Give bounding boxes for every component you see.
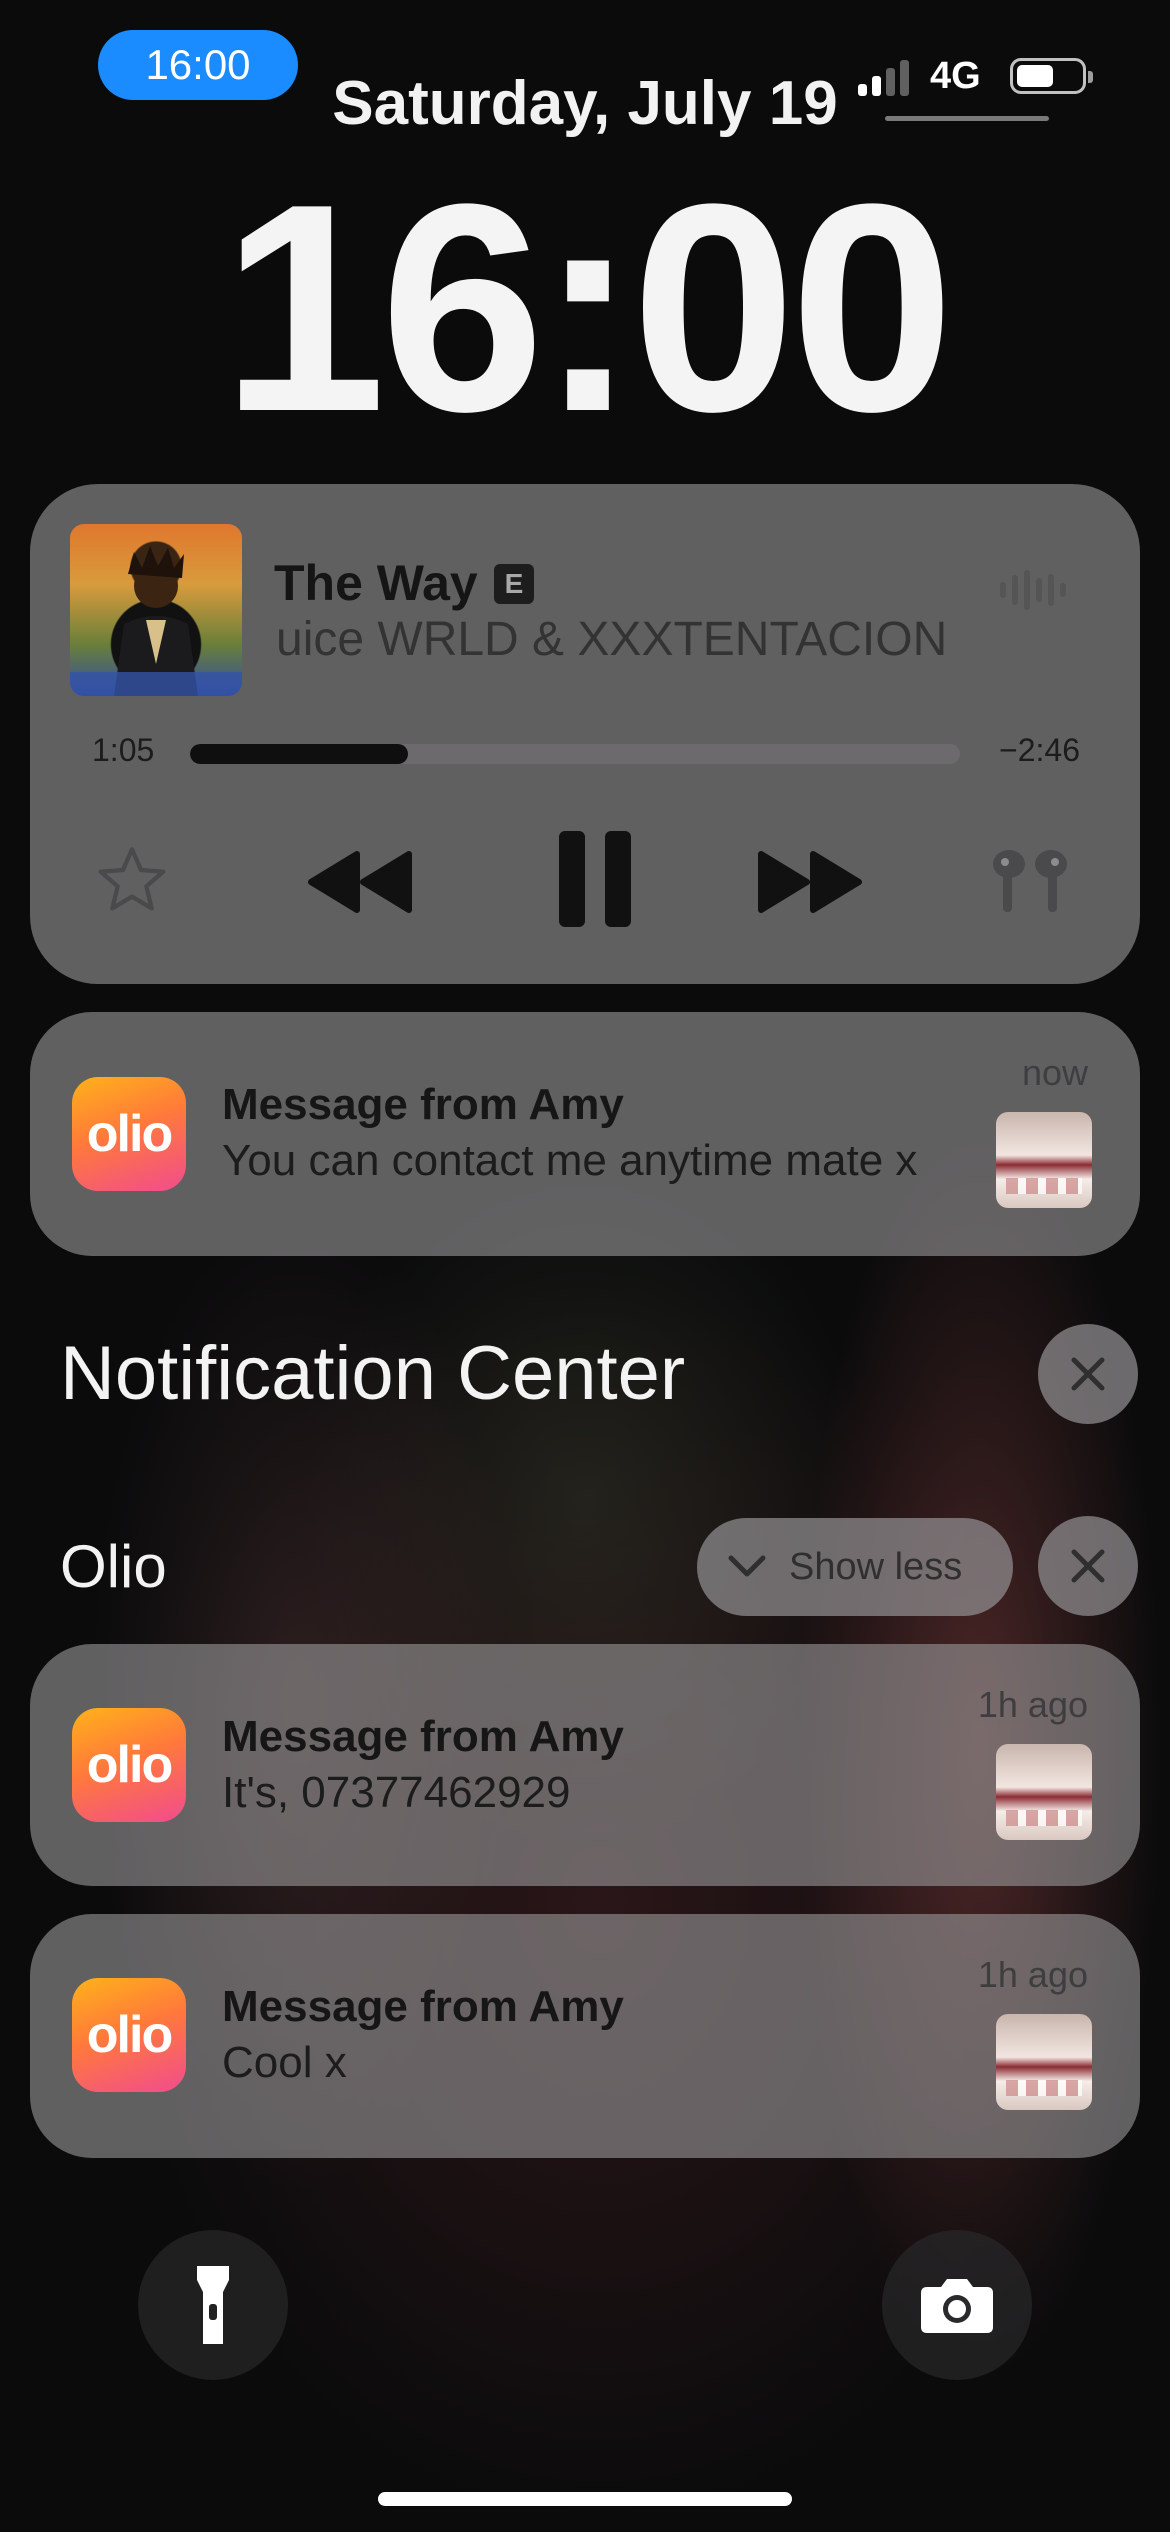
clear-all-button[interactable]	[1038, 1324, 1138, 1424]
pause-button[interactable]	[540, 824, 650, 934]
notification-thumbnail	[996, 1744, 1092, 1840]
flashlight-button[interactable]	[138, 2230, 288, 2380]
battery-icon	[1010, 58, 1093, 94]
notification-title: Message from Amy	[222, 1982, 624, 2031]
track-artist: Juice WRLD & XXXTENTACION	[274, 613, 948, 666]
now-playing-widget[interactable]: The Way E Juice WRLD & XXXTENTACION 1:05…	[30, 484, 1140, 984]
olio-app-icon: olio	[72, 1978, 186, 2092]
notification-group-name: Olio	[60, 1533, 167, 1600]
remaining-time: −2:46	[999, 732, 1080, 768]
battery-nub	[1088, 71, 1093, 83]
network-type: 4G	[930, 55, 981, 97]
cellular-signal-icon	[858, 58, 910, 96]
home-indicator[interactable]	[378, 2492, 792, 2506]
rewind-button[interactable]	[300, 842, 420, 922]
rewind-icon	[308, 851, 412, 913]
notification-body: It's, 07377462929	[222, 1768, 571, 1817]
lock-date: Saturday, July 19	[332, 69, 838, 138]
notification-time: 1h ago	[977, 1954, 1088, 1995]
notification-center-title: Notification Center	[60, 1331, 686, 1416]
olio-app-icon: olio	[72, 1077, 186, 1191]
audio-output-button[interactable]	[980, 836, 1080, 926]
status-indicator-line	[885, 116, 1049, 121]
fast-forward-button[interactable]	[750, 842, 870, 922]
notification-card[interactable]: olio Message from Amy You can contact me…	[30, 1012, 1140, 1256]
battery-fill	[1017, 65, 1053, 87]
star-icon	[98, 847, 166, 911]
album-art[interactable]	[70, 524, 242, 696]
playback-progress-fill	[190, 744, 408, 764]
favorite-button[interactable]	[88, 836, 176, 924]
pause-icon	[559, 831, 631, 927]
chevron-down-icon	[728, 1555, 766, 1577]
notification-thumbnail	[996, 2014, 1092, 2110]
notification-card[interactable]: olio Message from Amy It's, 07377462929 …	[30, 1644, 1140, 1886]
notification-body: You can contact me anytime mate x	[222, 1136, 918, 1185]
notification-title: Message from Amy	[222, 1712, 624, 1761]
notification-card[interactable]: olio Message from Amy Cool x 1h ago	[30, 1914, 1140, 2158]
notification-body: Cool x	[222, 2038, 347, 2087]
show-less-button[interactable]: Show less	[697, 1518, 1013, 1616]
camera-button[interactable]	[882, 2230, 1032, 2380]
lock-clock: 16:00	[221, 142, 954, 473]
audio-waveform-icon[interactable]	[1000, 570, 1066, 610]
olio-app-icon: olio	[72, 1708, 186, 1822]
flashlight-icon	[197, 2266, 229, 2344]
show-less-label: Show less	[789, 1545, 963, 1588]
close-icon	[1071, 1549, 1105, 1583]
explicit-badge: E	[494, 564, 534, 604]
notification-time: 1h ago	[977, 1684, 1088, 1725]
clear-group-button[interactable]	[1038, 1516, 1138, 1616]
track-title: The Way	[274, 555, 478, 611]
elapsed-time: 1:05	[92, 732, 155, 768]
artist-marquee: Juice WRLD & XXXTENTACION	[274, 612, 994, 676]
album-art-figure	[70, 546, 242, 696]
fast-forward-icon	[758, 851, 862, 913]
camera-icon	[921, 2279, 993, 2333]
airpods-icon	[993, 850, 1067, 912]
close-icon	[1071, 1357, 1105, 1391]
notification-thumbnail	[996, 1112, 1092, 1208]
notification-time: now	[1021, 1052, 1088, 1093]
notification-title: Message from Amy	[222, 1080, 624, 1129]
playback-scrubber[interactable]	[190, 744, 960, 764]
